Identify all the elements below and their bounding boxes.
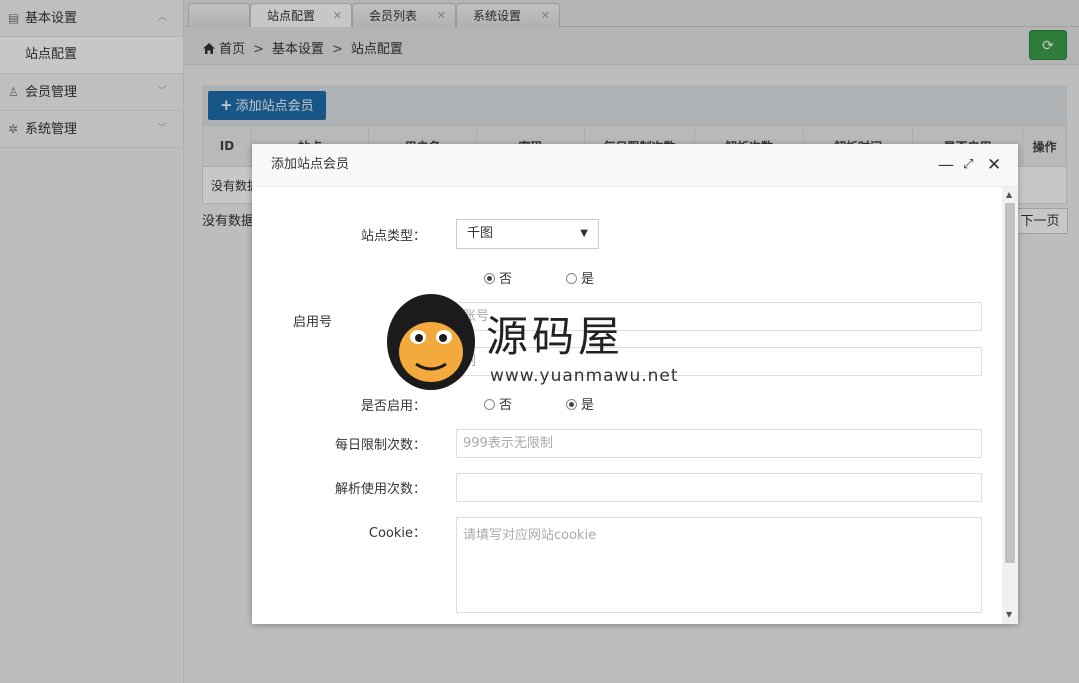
used-count-label: 解析使用次数： — [334, 482, 426, 497]
site-type-select[interactable]: 千图 ▼ — [456, 219, 599, 249]
scroll-thumb[interactable] — [1005, 203, 1015, 563]
close-icon[interactable]: ✕ — [987, 144, 1001, 186]
watermark-brand: 源码屋 — [486, 312, 625, 361]
watermark-url: www.yuanmawu.net — [490, 366, 679, 386]
radio-label: 是 — [581, 398, 595, 413]
dialog-body: 站点类型： 千图 ▼ 否 是 启用号 是否启用： 否 是 每日限制次数： 解析使… — [252, 187, 1018, 624]
dialog-title: 添加站点会员 — [271, 157, 350, 172]
radio-label: 否 — [499, 398, 513, 413]
scroll-down-icon[interactable]: ▼ — [1006, 610, 1012, 619]
radio-unchecked[interactable] — [566, 273, 577, 284]
radio-option-yes[interactable]: 是 — [566, 268, 594, 287]
minimize-icon[interactable]: — — [938, 144, 954, 186]
used-count-input[interactable] — [456, 473, 982, 502]
dialog-scrollbar[interactable]: ▲ ▼ — [1002, 187, 1018, 624]
radio-unchecked[interactable] — [484, 399, 495, 410]
radio-checked[interactable] — [484, 273, 495, 284]
radio-option-no[interactable]: 否 — [484, 394, 512, 413]
radio-checked[interactable] — [566, 399, 577, 410]
radio-option-no[interactable]: 否 — [484, 268, 512, 287]
cookie-textarea[interactable] — [456, 517, 982, 613]
scroll-up-icon[interactable]: ▲ — [1006, 190, 1012, 199]
dialog-header: 添加站点会员 — ⤢ ✕ — [252, 144, 1018, 187]
account-label: 启用号 — [292, 315, 332, 330]
daily-limit-label: 每日限制次数： — [334, 438, 426, 453]
enabled-label: 是否启用： — [360, 399, 426, 414]
site-type-value: 千图 — [467, 226, 494, 241]
caret-down-icon: ▼ — [580, 228, 588, 239]
monkey-logo-icon — [387, 294, 475, 390]
daily-limit-input[interactable] — [456, 429, 982, 458]
radio-option-yes[interactable]: 是 — [566, 394, 594, 413]
cookie-label: Cookie： — [368, 526, 426, 541]
maximize-icon[interactable]: ⤢ — [963, 144, 973, 186]
radio-label: 是 — [581, 272, 595, 287]
site-type-label: 站点类型： — [360, 229, 426, 244]
radio-label: 否 — [499, 272, 513, 287]
